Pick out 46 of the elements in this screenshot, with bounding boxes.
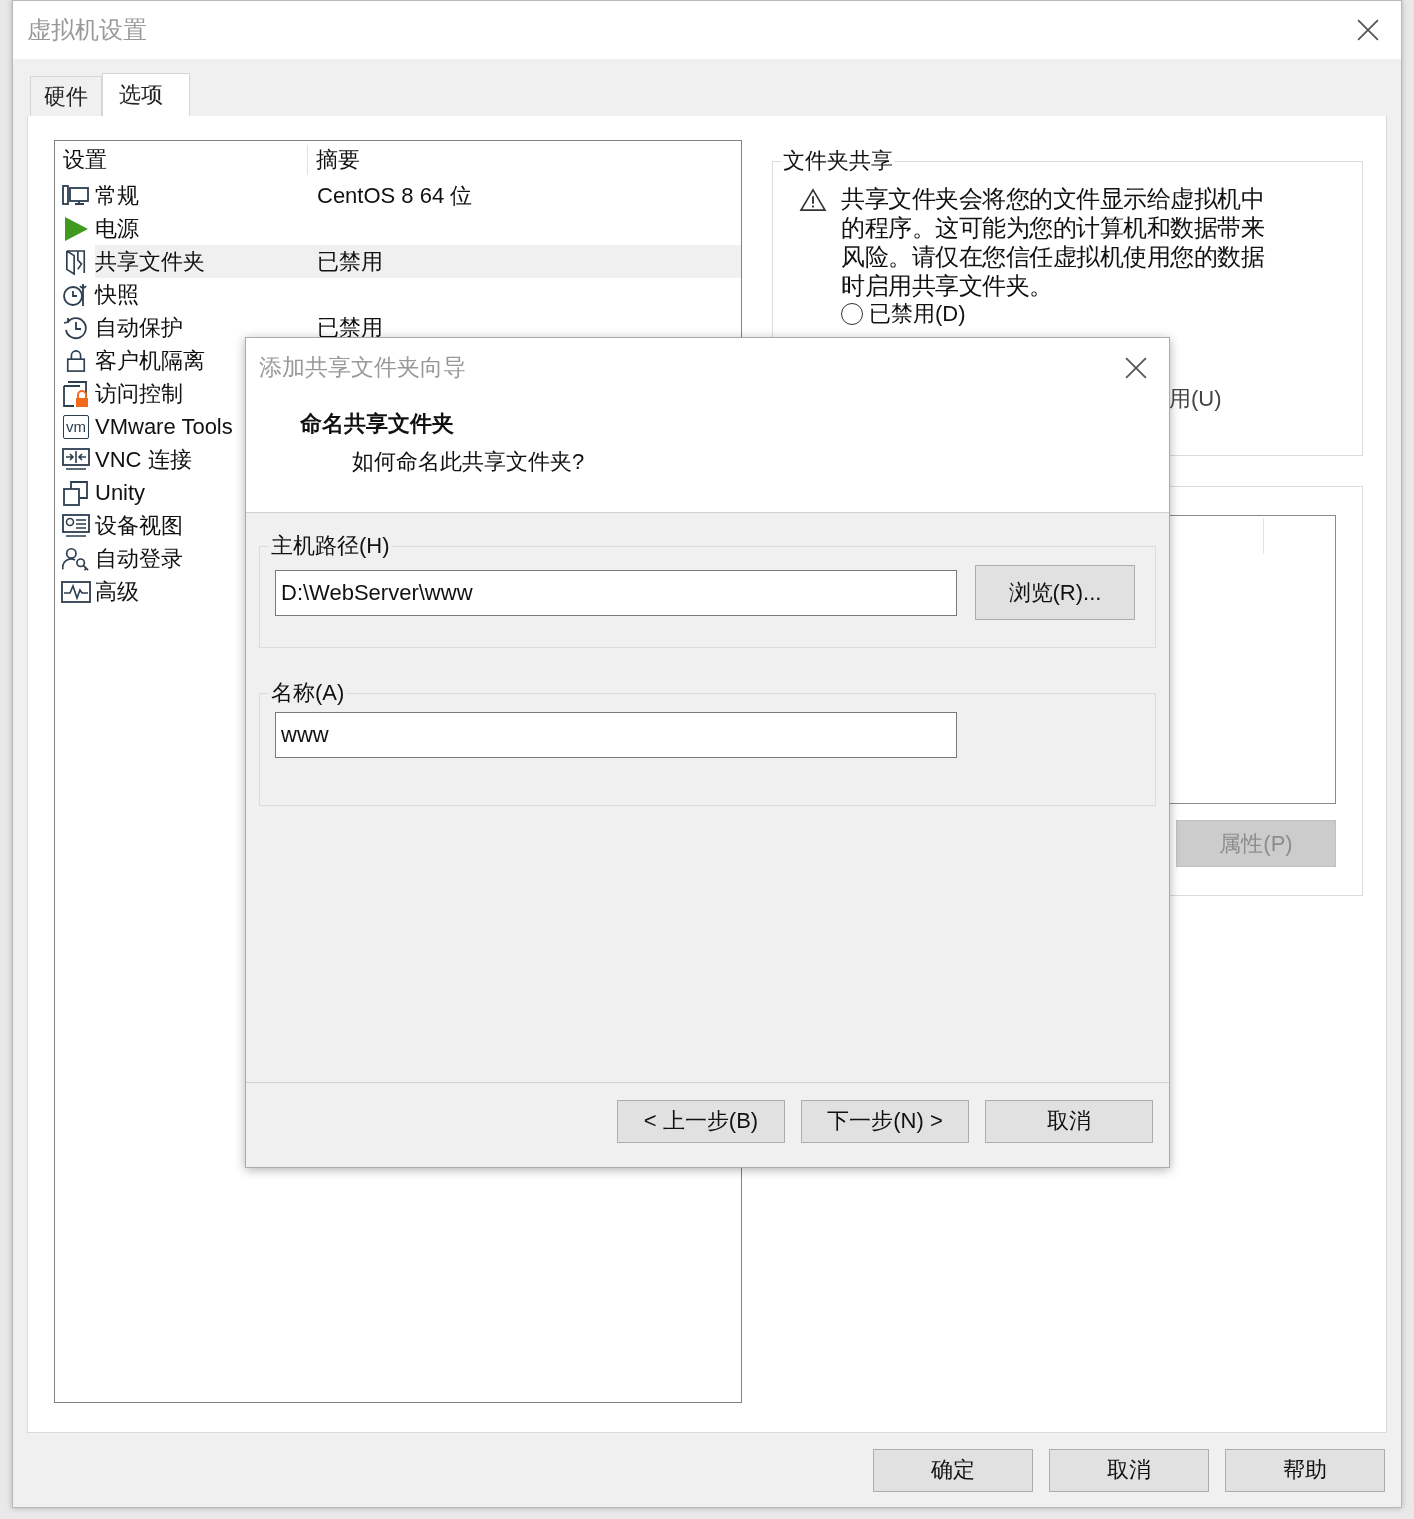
close-icon[interactable]	[1357, 19, 1379, 41]
setting-summary: 已禁用	[317, 247, 383, 276]
dialog-button[interactable]: 帮助	[1225, 1448, 1385, 1492]
group-title: 名称(A)	[270, 679, 346, 707]
warning-icon	[799, 188, 827, 212]
setting-name[interactable]: 常规	[95, 180, 317, 211]
group-title: 文件夹共享	[782, 147, 894, 175]
wizard-subheading: 如何命名此共享文件夹?	[352, 448, 586, 476]
monitor-icon	[62, 183, 90, 208]
setting-summary: CentOS 8 64 位	[317, 181, 473, 210]
folder-icon	[65, 247, 87, 276]
column-header[interactable]: 设置	[63, 145, 308, 175]
browse-button[interactable]: 浏览(R)...	[975, 565, 1135, 620]
wizard-title: 添加共享文件夹向导	[259, 353, 466, 382]
wizard-button[interactable]: 取消	[985, 1099, 1153, 1143]
dialog-button[interactable]: 确定	[873, 1448, 1033, 1492]
user-key-icon	[62, 545, 90, 572]
setting-summary: 已禁用	[317, 313, 383, 342]
vm-logo: vm	[63, 414, 89, 439]
dialog-button[interactable]: 取消	[1049, 1448, 1209, 1492]
option-label[interactable]: 用(U)	[1169, 386, 1222, 411]
overlapping-squares-icon	[63, 479, 89, 506]
column-header[interactable]: 摘要	[316, 145, 360, 175]
tab[interactable]: 选项	[102, 73, 190, 116]
window-title: 虚拟机设置	[27, 15, 147, 45]
screen-arrows-icon	[62, 446, 90, 473]
clock-icon	[62, 314, 90, 341]
tab[interactable]: 硬件	[30, 76, 102, 116]
wizard-heading: 命名共享文件夹	[300, 410, 455, 438]
setting-name[interactable]: 共享文件夹	[95, 246, 317, 277]
lock-icon	[65, 347, 87, 374]
pulse-icon	[61, 579, 91, 604]
device-panel-icon	[62, 512, 90, 539]
window-lock-icon	[62, 379, 90, 408]
name-field[interactable]: www	[275, 712, 957, 758]
wizard-button[interactable]: < 上一步(B)	[617, 1099, 785, 1143]
play-icon	[63, 215, 89, 242]
warning-text: 共享文件夹会将您的文件显示给虚拟机中的程序。这可能为您的计算机和数据带来风险。请仅在您信任虚拟机使用您的数据时启用共享文件夹。	[841, 184, 1265, 300]
setting-name[interactable]: 快照	[95, 279, 317, 310]
host-path-field[interactable]: D:\WebServer\www	[275, 569, 957, 616]
setting-name[interactable]: 自动保护	[95, 312, 317, 343]
wizard-button[interactable]: 下一步(N) >	[801, 1099, 969, 1143]
close-icon[interactable]	[1125, 356, 1147, 379]
setting-name[interactable]: 电源	[95, 213, 317, 244]
clock-wrench-icon	[62, 281, 90, 308]
group-title: 主机路径(H)	[270, 532, 391, 560]
